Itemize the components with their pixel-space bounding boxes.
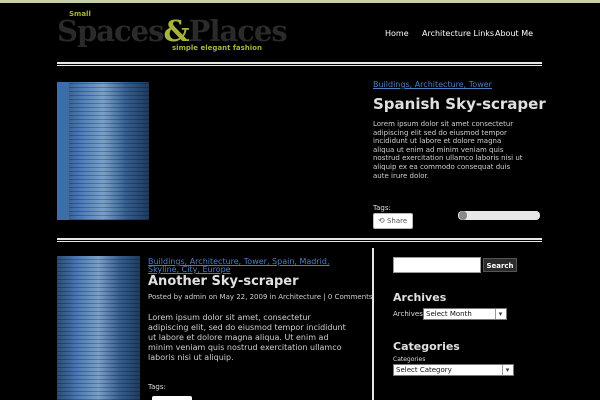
categories-dropdown[interactable]: Select Category: [393, 364, 514, 376]
nav-architecture-links[interactable]: Architecture Links: [422, 29, 494, 38]
archives-dropdown[interactable]: Select Month: [423, 308, 507, 320]
sidebar-divider: [372, 248, 374, 400]
post-category[interactable]: Buildings, Architecture, Tower, Spain, M…: [148, 258, 333, 274]
archives-label: Archives: [393, 310, 423, 318]
share-button[interactable]: ⟲ Share: [373, 213, 413, 229]
post-meta: Posted by admin on May 22, 2009 in Archi…: [148, 293, 373, 301]
search-input[interactable]: [393, 257, 481, 273]
content-divider: [57, 238, 542, 240]
archives-widget-title: Archives: [393, 291, 447, 304]
nav-about[interactable]: About Me: [495, 29, 533, 38]
logo-wordmark: Spaces&Places: [57, 14, 288, 48]
post-excerpt: Lorem ipsum dolor sit amet, consectetur …: [148, 313, 346, 362]
nav-home[interactable]: Home: [385, 29, 409, 38]
categories-widget-title: Categories: [393, 340, 460, 353]
site-logo[interactable]: Small Spaces&Places simple elegant fashi…: [57, 8, 288, 54]
slider-handle[interactable]: [459, 211, 467, 220]
post-title[interactable]: Another Sky-scraper: [148, 274, 299, 289]
featured-post-image[interactable]: [57, 82, 149, 220]
search-button[interactable]: Search: [483, 258, 517, 272]
content-divider-thin: [57, 241, 542, 242]
categories-label: Categories: [393, 356, 426, 363]
header-divider-thin: [57, 65, 542, 66]
slider-track[interactable]: [458, 211, 540, 220]
top-accent-line: [0, 0, 600, 3]
share-icon: ⟲: [378, 216, 385, 225]
post-share-button[interactable]: [152, 396, 192, 400]
featured-post-excerpt: Lorem ipsum dolor sit amet consectetur a…: [373, 120, 523, 180]
featured-post-tags-label: Tags:: [373, 204, 391, 212]
featured-post-title[interactable]: Spanish Sky-scraper: [373, 95, 546, 113]
header-divider: [57, 62, 542, 64]
featured-post-category[interactable]: Buildings, Architecture, Tower: [373, 80, 492, 89]
post-image[interactable]: [57, 256, 140, 400]
post-tags-label: Tags:: [148, 383, 166, 391]
logo-tagline: simple elegant fashion: [172, 44, 262, 52]
